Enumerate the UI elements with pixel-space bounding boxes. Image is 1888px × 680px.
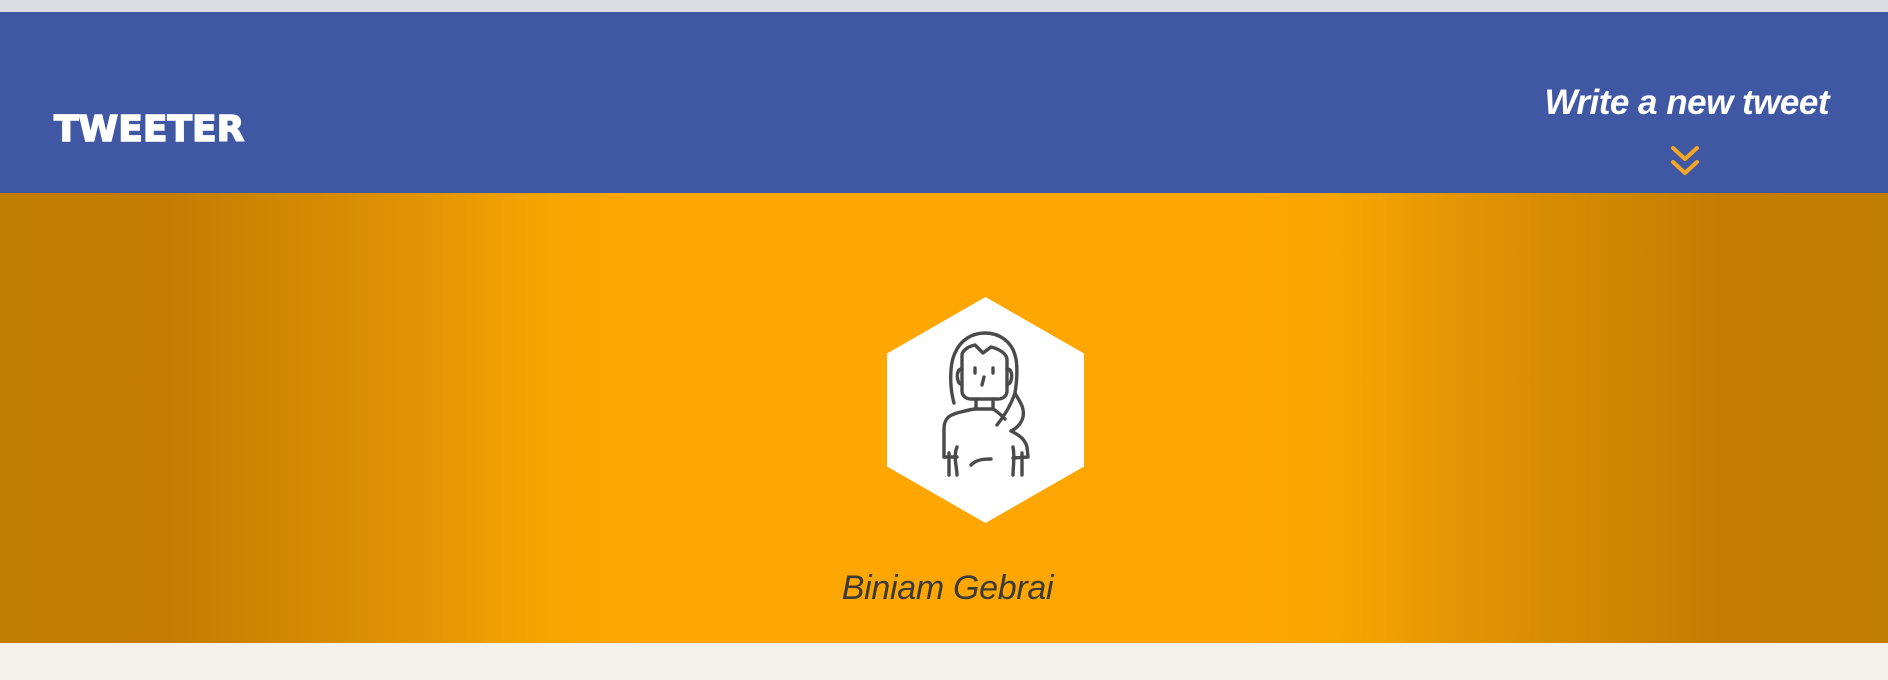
page-body	[0, 643, 1888, 680]
woman-avatar-icon	[887, 297, 1084, 523]
top-border	[0, 0, 1888, 12]
logo[interactable]: TWEETER	[53, 111, 245, 149]
write-tweet-label[interactable]: Write a new tweet	[1529, 82, 1829, 124]
write-tweet-toggle[interactable]: Write a new tweet	[1529, 82, 1830, 175]
double-chevron-down-icon[interactable]	[1668, 144, 1702, 180]
nav-bar: TWEETER Write a new tweet	[0, 12, 1888, 193]
profile-name: Biniam Gebrai	[841, 569, 1054, 607]
profile-banner: Biniam Gebrai	[0, 193, 1888, 643]
